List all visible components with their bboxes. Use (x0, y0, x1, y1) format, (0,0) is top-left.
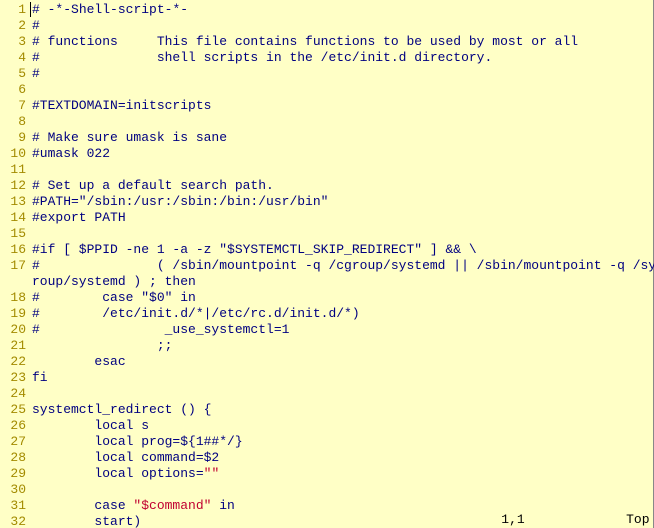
code-line[interactable]: 20 # _use_systemctl=1 (2, 322, 653, 338)
code-line[interactable]: 11 (2, 162, 653, 178)
code-line[interactable]: 17 # ( /sbin/mountpoint -q /cgroup/system… (2, 258, 653, 274)
code-text: # shell scripts in the /etc/init.d direc… (32, 50, 492, 65)
code-line[interactable]: roup/systemd ) ; then (2, 274, 653, 290)
code-text: # (32, 18, 40, 33)
code-text: #umask 022 (32, 146, 110, 161)
code-text: # Set up a default search path. (32, 178, 274, 193)
code-line[interactable]: 3 # functions This file contains function… (2, 34, 653, 50)
code-text: "" (204, 466, 220, 481)
code-text: systemctl_redirect () { (32, 402, 211, 417)
code-text: # Make sure umask is sane (32, 130, 227, 145)
code-line[interactable]: 6 (2, 82, 653, 98)
code-text: in (211, 498, 234, 513)
code-line[interactable]: 4 # shell scripts in the /etc/init.d dire… (2, 50, 653, 66)
code-text: esac (32, 354, 126, 369)
code-line[interactable]: 24 (2, 386, 653, 402)
line-number: 25 (2, 402, 26, 418)
code-line[interactable]: 19 # /etc/init.d/*|/etc/rc.d/init.d/*) (2, 306, 653, 322)
code-line[interactable]: 9 # Make sure umask is sane (2, 130, 653, 146)
code-text: # _use_systemctl=1 (32, 322, 289, 337)
code-text: # (32, 2, 48, 17)
code-line[interactable]: 14 #export PATH (2, 210, 653, 226)
line-number: 17 (2, 258, 26, 274)
code-line[interactable]: 16 #if [ $PPID -ne 1 -a -z "$SYSTEMCTL_SK… (2, 242, 653, 258)
line-number: 18 (2, 290, 26, 306)
line-number: 24 (2, 386, 26, 402)
line-number: 16 (2, 242, 26, 258)
code-text: #TEXTDOMAIN=initscripts (32, 98, 211, 113)
line-number: 11 (2, 162, 26, 178)
code-line[interactable]: 21 ;; (2, 338, 653, 354)
code-text: fi (32, 370, 48, 385)
line-number: 22 (2, 354, 26, 370)
code-text: roup/systemd ) ; then (32, 274, 196, 289)
code-line[interactable]: 10 #umask 022 (2, 146, 653, 162)
code-line[interactable]: 12 # Set up a default search path. (2, 178, 653, 194)
line-number: 5 (2, 66, 26, 82)
code-text: ;; (32, 338, 172, 353)
code-text: #if [ $PPID -ne 1 -a -z "$SYSTEMCTL_SKIP… (32, 242, 477, 257)
code-line[interactable]: 13 #PATH="/sbin:/usr:/sbin:/bin:/usr/bin" (2, 194, 653, 210)
line-number: 1 (2, 2, 26, 18)
line-number: 20 (2, 322, 26, 338)
code-text: local command=$2 (32, 450, 219, 465)
code-text: #export PATH (32, 210, 126, 225)
status-bar: 1,1 Top (0, 512, 653, 528)
line-number: 12 (2, 178, 26, 194)
code-line[interactable]: 27 local prog=${1##*/} (2, 434, 653, 450)
code-text: "$command" (133, 498, 211, 513)
code-line[interactable]: 29 local options="" (2, 466, 653, 482)
code-line[interactable]: 1 # -*-Shell-script-*- (2, 2, 653, 18)
line-number: 15 (2, 226, 26, 242)
code-line[interactable]: 30 (2, 482, 653, 498)
code-line[interactable]: 23 fi (2, 370, 653, 386)
line-number: 7 (2, 98, 26, 114)
code-text: case (32, 498, 133, 513)
code-text: # (32, 66, 40, 81)
code-line[interactable]: 5# (2, 66, 653, 82)
code-line[interactable]: 15 (2, 226, 653, 242)
code-text: # case "$0" in (32, 290, 196, 305)
cursor: # (32, 2, 40, 18)
code-text: # ( /sbin/mountpoint -q /cgroup/systemd … (32, 258, 654, 273)
code-line[interactable]: 25 systemctl_redirect () { (2, 402, 653, 418)
line-number: 19 (2, 306, 26, 322)
code-text: # /etc/init.d/*|/etc/rc.d/init.d/*) (32, 306, 360, 321)
line-number: 23 (2, 370, 26, 386)
line-number: 4 (2, 50, 26, 66)
line-number: 13 (2, 194, 26, 210)
line-number: 2 (2, 18, 26, 34)
line-number: 8 (2, 114, 26, 130)
vim-editor[interactable]: 1# -*-Shell-script-*-2#3# functions This… (0, 0, 654, 528)
code-text: local options= (32, 466, 204, 481)
line-number: 30 (2, 482, 26, 498)
code-text: local prog=${1##*/} (32, 434, 243, 449)
code-text: #PATH="/sbin:/usr:/sbin:/bin:/usr/bin" (32, 194, 328, 209)
code-line[interactable]: 18 # case "$0" in (2, 290, 653, 306)
code-line[interactable]: 2# (2, 18, 653, 34)
line-number: 10 (2, 146, 26, 162)
code-line[interactable]: 7 #TEXTDOMAIN=initscripts (2, 98, 653, 114)
code-text: local s (32, 418, 149, 433)
code-line[interactable]: 8 (2, 114, 653, 130)
line-number: 14 (2, 210, 26, 226)
code-line[interactable]: 22 esac (2, 354, 653, 370)
line-number: 9 (2, 130, 26, 146)
code-text: -*-Shell-script-*- (48, 2, 188, 17)
line-number: 28 (2, 450, 26, 466)
line-number: 3 (2, 34, 26, 50)
code-area[interactable]: 1# -*-Shell-script-*-2#3# functions This… (0, 0, 653, 528)
line-number: 6 (2, 82, 26, 98)
code-text: # functions This file contains functions… (32, 34, 578, 49)
line-number: 27 (2, 434, 26, 450)
line-number: 29 (2, 466, 26, 482)
code-line[interactable]: 28 local command=$2 (2, 450, 653, 466)
line-number: 21 (2, 338, 26, 354)
code-line[interactable]: 26 local s (2, 418, 653, 434)
line-number: 26 (2, 418, 26, 434)
